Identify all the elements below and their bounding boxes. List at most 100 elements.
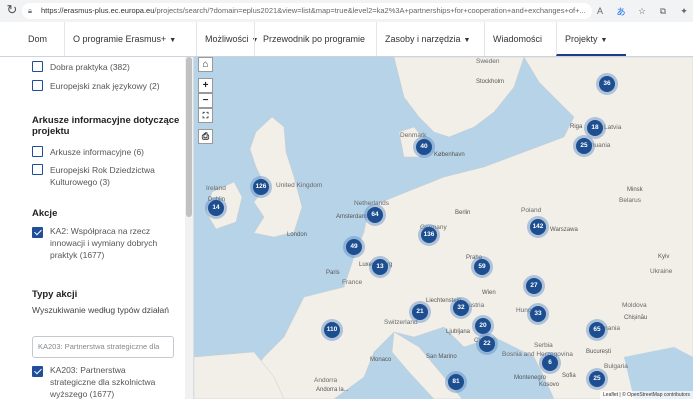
map-cluster-marker[interactable]: 81	[445, 371, 467, 393]
map-label: Poland	[521, 207, 542, 214]
browser-toolbar: ↻ 🔒︎ https://erasmus-plus.ec.europa.eu/pr…	[0, 0, 693, 23]
map-cluster-marker[interactable]: 136	[418, 224, 440, 246]
projects-map[interactable]: ⌂ + − ⛶ ⎙ Sweden Stockholm Riga Latvia L…	[194, 57, 693, 399]
map-label: København	[434, 152, 465, 158]
map-cluster-marker[interactable]: 142	[527, 216, 549, 238]
checkbox-label: Dobra praktyka (382)	[50, 62, 130, 72]
map-label: București	[586, 349, 612, 355]
map-label: Chișinău	[624, 315, 648, 321]
site-navigation: Dom O programie Erasmus+ ▼ Możliwości ▼ Pr…	[0, 22, 693, 57]
map-label: United Kingdom	[276, 182, 323, 189]
map-label: Belarus	[619, 197, 642, 204]
fullscreen-icon[interactable]: ⛶	[198, 108, 213, 123]
url-host: https://erasmus-plus.ec.europa.eu	[41, 6, 155, 15]
map-cluster-marker[interactable]: 33	[527, 303, 549, 325]
sidebar-scrollbar[interactable]	[185, 57, 193, 399]
map-cluster-marker[interactable]: 126	[250, 176, 272, 198]
filter-sidebar: Dobra praktyka (382) Europejski znak jęz…	[0, 57, 194, 399]
nav-item-resources[interactable]: Zasoby i narzędzia ▼	[376, 22, 484, 56]
checkbox-label: Europejski znak językowy (2)	[50, 81, 160, 91]
map-cluster-marker[interactable]: 59	[471, 256, 493, 278]
map-cluster-marker[interactable]: 21	[409, 301, 431, 323]
zoom-out-button[interactable]: −	[198, 93, 213, 108]
nav-item-about[interactable]: O programie Erasmus+ ▼	[64, 22, 196, 56]
map-label: Kosovo	[539, 382, 560, 388]
map-cluster-marker[interactable]: 49	[343, 236, 365, 258]
checkbox-label: Arkusze informacyjne (6)	[50, 147, 145, 157]
read-aloud-icon[interactable]: A	[594, 6, 606, 16]
map-label: London	[287, 232, 308, 238]
checkbox-fact-sheets[interactable]	[32, 146, 43, 157]
nav-item-news[interactable]: Wiadomości	[484, 22, 556, 56]
reload-icon[interactable]: ↻	[5, 3, 19, 17]
checkbox-label: KA203: Partnerstwa strategiczne dla szko…	[50, 365, 156, 399]
map-label: Sofia	[562, 373, 576, 379]
nav-item-opportunities[interactable]: Możliwości ▼	[196, 22, 258, 56]
map-label: Bosnia and Herzegovina	[502, 351, 573, 358]
zoom-in-button[interactable]: +	[198, 78, 213, 93]
checkbox-ka2[interactable]	[32, 227, 43, 238]
nav-item-projects[interactable]: Projekty ▼	[556, 22, 626, 56]
map-cluster-marker[interactable]: 14	[205, 197, 227, 219]
map-label: Paris	[326, 270, 340, 276]
map-cluster-marker[interactable]: 36	[596, 73, 618, 95]
action-types-subtitle: Wyszukiwanie według typów działań	[32, 305, 169, 315]
map-label: Andorra	[314, 377, 338, 384]
map-label: San Marino	[426, 354, 457, 360]
map-label: Ljubljana	[446, 329, 471, 335]
checkbox-label: Europejski Rok Dziedzictwa Kulturowego (…	[50, 165, 155, 187]
extensions-icon[interactable]: ✦	[678, 6, 690, 17]
nav-item-programme-guide[interactable]: Przewodnik po programie	[254, 22, 376, 56]
map-cluster-marker[interactable]: 13	[369, 256, 391, 278]
map-cluster-marker[interactable]: 25	[573, 135, 595, 157]
print-icon[interactable]: ⎙	[198, 129, 213, 144]
translate-icon[interactable]: あ	[615, 5, 627, 18]
map-cluster-marker[interactable]: 22	[476, 333, 498, 355]
map-label: Moldova	[622, 302, 647, 309]
favorites-icon[interactable]: ☆	[636, 6, 648, 17]
map-label: Latvia	[604, 124, 622, 131]
checkbox-cultural-heritage[interactable]	[32, 164, 43, 175]
map-label: Andorra la...	[316, 387, 349, 393]
section-title-action-types: Typy akcji	[32, 289, 78, 300]
map-label: Ukraine	[650, 268, 673, 275]
lock-icon: 🔒︎	[28, 6, 32, 15]
section-title-project-sheets: Arkusze informacyjne dotyczące projektu	[32, 115, 180, 137]
map-label: Ireland	[206, 185, 226, 192]
nav-item-home[interactable]: Dom	[20, 22, 64, 56]
map-attribution[interactable]: Leaflet | © OpenStreetMap contributors	[600, 391, 693, 399]
map-cluster-marker[interactable]: 110	[321, 319, 343, 341]
map-cluster-marker[interactable]: 65	[586, 319, 608, 341]
map-label: Stockholm	[476, 79, 505, 85]
map-label: Bulgaria	[604, 363, 628, 370]
map-cluster-marker[interactable]: 25	[586, 368, 608, 390]
checkbox-label: KA2: Współpraca na rzecz innowacji i wym…	[50, 226, 158, 260]
scroll-thumb[interactable]	[186, 57, 192, 217]
map-cluster-marker[interactable]: 32	[450, 297, 472, 319]
checkbox-language-label[interactable]	[32, 80, 43, 91]
map-cluster-marker[interactable]: 27	[523, 275, 545, 297]
map-label: Warszawa	[550, 227, 578, 233]
url-path: /projects/search/?domain=eplus2021&view=…	[154, 6, 586, 15]
map-label: Amsterdam	[336, 214, 367, 220]
section-title-actions: Akcje	[32, 208, 58, 219]
map-cluster-marker[interactable]: 6	[539, 352, 561, 374]
map-cluster-marker[interactable]: 64	[364, 204, 386, 226]
map-label: France	[342, 279, 363, 286]
map-label: Montenegro	[514, 375, 547, 381]
map-label: Berlin	[455, 210, 471, 216]
checkbox-good-practice[interactable]	[32, 61, 43, 72]
map-cluster-marker[interactable]: 40	[413, 136, 435, 158]
map-label: Sweden	[476, 58, 500, 65]
checkbox-ka203[interactable]	[32, 366, 43, 377]
address-bar[interactable]: 🔒︎ https://erasmus-plus.ec.europa.eu/proj…	[22, 3, 592, 19]
home-icon[interactable]: ⌂	[198, 57, 213, 72]
action-type-search-input[interactable]: KA203: Partnerstwa strategiczne dla	[32, 336, 174, 358]
map-label: Wien	[482, 290, 496, 296]
map-label: Kyiv	[658, 254, 670, 260]
map-label: Minsk	[627, 187, 643, 193]
map-label: Monaco	[370, 357, 392, 363]
collections-icon[interactable]: ⧉	[657, 6, 669, 17]
map-label: Serbia	[534, 342, 553, 349]
map-label: Riga	[570, 124, 583, 130]
